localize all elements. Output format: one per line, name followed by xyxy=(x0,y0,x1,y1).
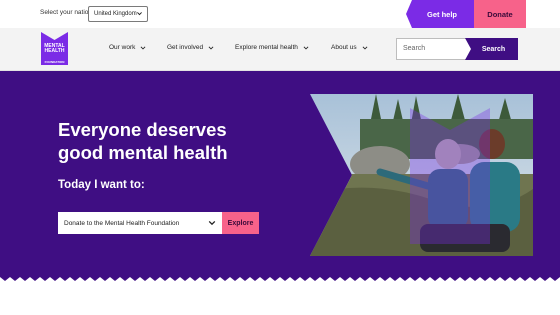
nation-select-value: United Kingdom xyxy=(94,11,137,17)
hero-title-line2: good mental health xyxy=(58,142,228,163)
nav-item-explore-mental-health[interactable]: Explore mental health xyxy=(235,44,309,51)
chevron-down-icon xyxy=(208,45,214,50)
hero-zigzag-divider xyxy=(0,272,560,281)
nav-item-label: Explore mental health xyxy=(235,44,298,51)
chevron-down-icon xyxy=(362,45,368,50)
chevron-down-icon xyxy=(303,45,309,50)
hero-photo xyxy=(310,94,533,256)
search-input[interactable]: Search xyxy=(396,38,472,60)
hero-title: Everyone deserves good mental health xyxy=(58,118,278,164)
hero-banner: Everyone deserves good mental health Tod… xyxy=(0,71,560,276)
nav-item-label: About us xyxy=(331,44,357,51)
nav-item-our-work[interactable]: Our work xyxy=(109,44,146,51)
hero-title-line1: Everyone deserves xyxy=(58,119,227,140)
nav-item-about-us[interactable]: About us xyxy=(331,44,368,51)
search-placeholder: Search xyxy=(403,45,426,52)
chevron-down-icon xyxy=(140,45,146,50)
chevron-down-icon xyxy=(208,220,216,226)
explore-button[interactable]: Explore xyxy=(222,212,259,234)
hero-subtitle: Today I want to: xyxy=(58,179,145,191)
nation-select[interactable]: United Kingdom xyxy=(88,6,148,22)
intent-select[interactable]: Donate to the Mental Health Foundation xyxy=(58,212,222,234)
nation-label: Select your nation xyxy=(40,9,93,16)
get-help-button[interactable]: Get help xyxy=(406,0,474,28)
main-navigation: MENTAL HEALTH FOUNDATION Our work Get in… xyxy=(0,28,560,71)
donate-button[interactable]: Donate xyxy=(474,0,526,28)
logo-text-line3: FOUNDATION xyxy=(44,60,65,64)
nav-item-get-involved[interactable]: Get involved xyxy=(167,44,214,51)
nav-item-label: Get involved xyxy=(167,44,204,51)
logo-text-line2: HEALTH xyxy=(44,48,65,55)
site-logo[interactable]: MENTAL HEALTH FOUNDATION xyxy=(41,32,68,65)
intent-select-value: Donate to the Mental Health Foundation xyxy=(64,219,180,227)
nav-item-label: Our work xyxy=(109,44,136,51)
search-button[interactable]: Search xyxy=(465,38,518,60)
chevron-down-icon xyxy=(137,12,142,16)
utility-bar: Select your nation United Kingdom Get he… xyxy=(0,0,560,28)
